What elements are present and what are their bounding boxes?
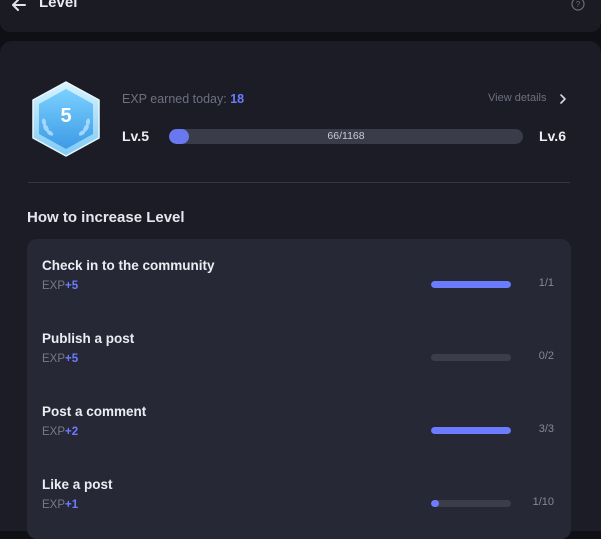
view-details-link[interactable]: View details xyxy=(488,92,547,104)
top-bar: Level ? xyxy=(0,0,601,32)
level-badge-icon: 5 xyxy=(32,81,100,157)
task-item-post-comment: Post a comment EXP+2 3/3 xyxy=(27,404,571,464)
badge-number: 5 xyxy=(60,105,71,127)
task-count: 0/2 xyxy=(538,350,554,362)
task-progress-bar xyxy=(431,281,511,288)
task-name: Publish a post xyxy=(42,331,135,346)
task-progress-bar xyxy=(431,500,511,507)
task-count: 1/1 xyxy=(538,277,554,289)
help-icon[interactable]: ? xyxy=(571,0,585,11)
exp-earned-today: EXP earned today: 18 xyxy=(122,92,244,106)
task-count: 1/10 xyxy=(532,496,554,508)
task-progress-fill xyxy=(431,427,511,434)
task-item-like-post: Like a post EXP+1 1/10 xyxy=(27,477,571,537)
task-list-card: Check in to the community EXP+5 1/1 Publ… xyxy=(27,239,571,539)
exp-today-label: EXP earned today: xyxy=(122,92,227,106)
task-exp: EXP+5 xyxy=(42,280,79,292)
divider xyxy=(28,182,570,183)
task-progress-bar xyxy=(431,354,511,361)
task-exp: EXP+1 xyxy=(42,499,79,511)
level-progress-text: 66/1168 xyxy=(327,130,365,142)
section-title: How to increase Level xyxy=(27,209,185,226)
exp-today-value: 18 xyxy=(230,92,245,106)
back-arrow-icon[interactable] xyxy=(10,0,28,14)
page-title: Level xyxy=(39,0,78,11)
level-progress-bar: 66/1168 xyxy=(169,129,523,144)
task-name: Like a post xyxy=(42,477,113,492)
svg-text:?: ? xyxy=(576,0,581,9)
task-count: 3/3 xyxy=(538,423,554,435)
task-item-check-in: Check in to the community EXP+5 1/1 xyxy=(27,258,571,318)
task-exp: EXP+2 xyxy=(42,426,79,438)
task-name: Post a comment xyxy=(42,404,147,419)
task-progress-fill xyxy=(431,500,439,507)
task-name: Check in to the community xyxy=(42,258,215,273)
chevron-right-icon[interactable] xyxy=(558,93,568,105)
task-item-publish-post: Publish a post EXP+5 0/2 xyxy=(27,331,571,391)
current-level-label: Lv.5 xyxy=(122,128,149,144)
task-progress-fill xyxy=(431,281,511,288)
task-progress-bar xyxy=(431,427,511,434)
task-exp: EXP+5 xyxy=(42,353,79,365)
next-level-label: Lv.6 xyxy=(539,128,566,144)
